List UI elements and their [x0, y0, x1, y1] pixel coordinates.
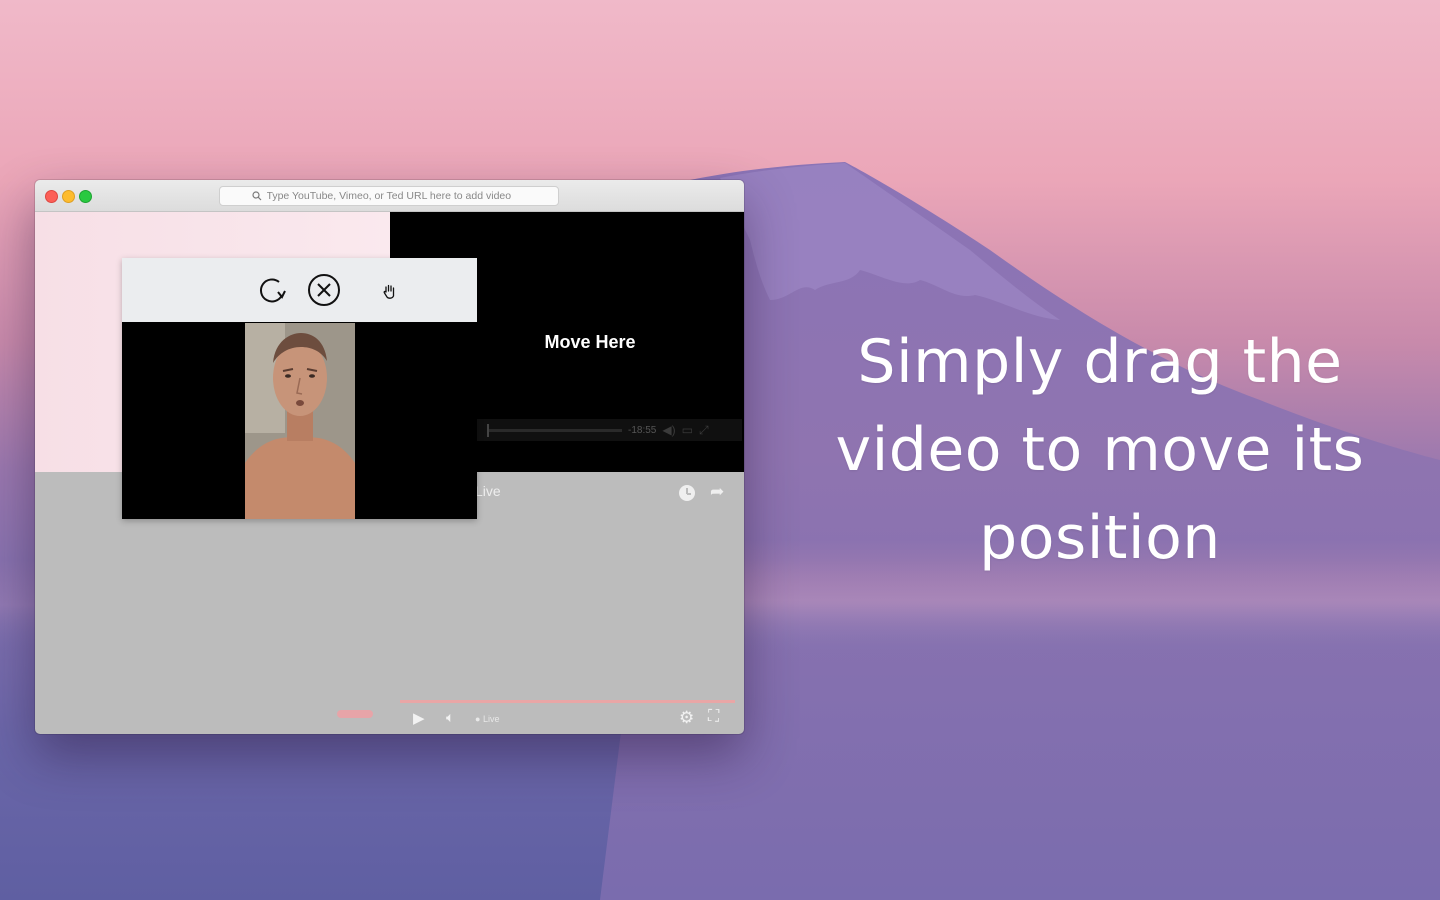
url-search-bar[interactable]	[219, 186, 559, 206]
bottom-controls: ▶ 🔈︎ ● Live ⚙ ⛶	[35, 695, 744, 734]
refresh-icon[interactable]	[257, 273, 291, 307]
title-bar	[35, 180, 744, 212]
logo-badge	[337, 710, 373, 718]
video-thumbnail	[245, 323, 355, 519]
live-label: Live	[475, 483, 501, 499]
share-icon[interactable]: ➦	[710, 482, 724, 502]
fullscreen-icon[interactable]: ⤢	[699, 423, 709, 438]
volume-icon[interactable]: ◀)	[662, 423, 675, 437]
marketing-headline: Simply drag the video to move its positi…	[835, 327, 1365, 573]
settings-gear-icon[interactable]: ⚙	[679, 708, 694, 728]
play-icon[interactable]: ▶	[413, 709, 425, 727]
mini-player-toolbar	[122, 258, 477, 322]
hand-drag-icon[interactable]	[380, 282, 400, 302]
zoom-window-button[interactable]	[79, 190, 92, 203]
live-indicator[interactable]: ● Live	[475, 714, 499, 724]
search-icon	[251, 191, 261, 201]
close-window-button[interactable]	[45, 190, 58, 203]
seek-bar[interactable]	[487, 423, 622, 437]
captions-icon[interactable]: ▭	[682, 423, 693, 437]
minimize-window-button[interactable]	[62, 190, 75, 203]
person-image	[245, 323, 355, 519]
floating-mini-player[interactable]	[122, 258, 477, 519]
time-remaining: -18:55	[628, 424, 657, 436]
drop-target-label: Move Here	[544, 332, 636, 352]
progress-bar[interactable]	[400, 700, 735, 703]
player-control-bar: -18:55 ◀) ▭ ⤢	[477, 419, 742, 441]
close-circle-icon[interactable]	[307, 273, 341, 307]
watch-later-icon[interactable]	[679, 485, 695, 501]
fullscreen-icon[interactable]: ⛶	[708, 708, 719, 726]
url-input[interactable]	[266, 190, 527, 202]
volume-icon[interactable]: 🔈︎	[446, 709, 454, 726]
